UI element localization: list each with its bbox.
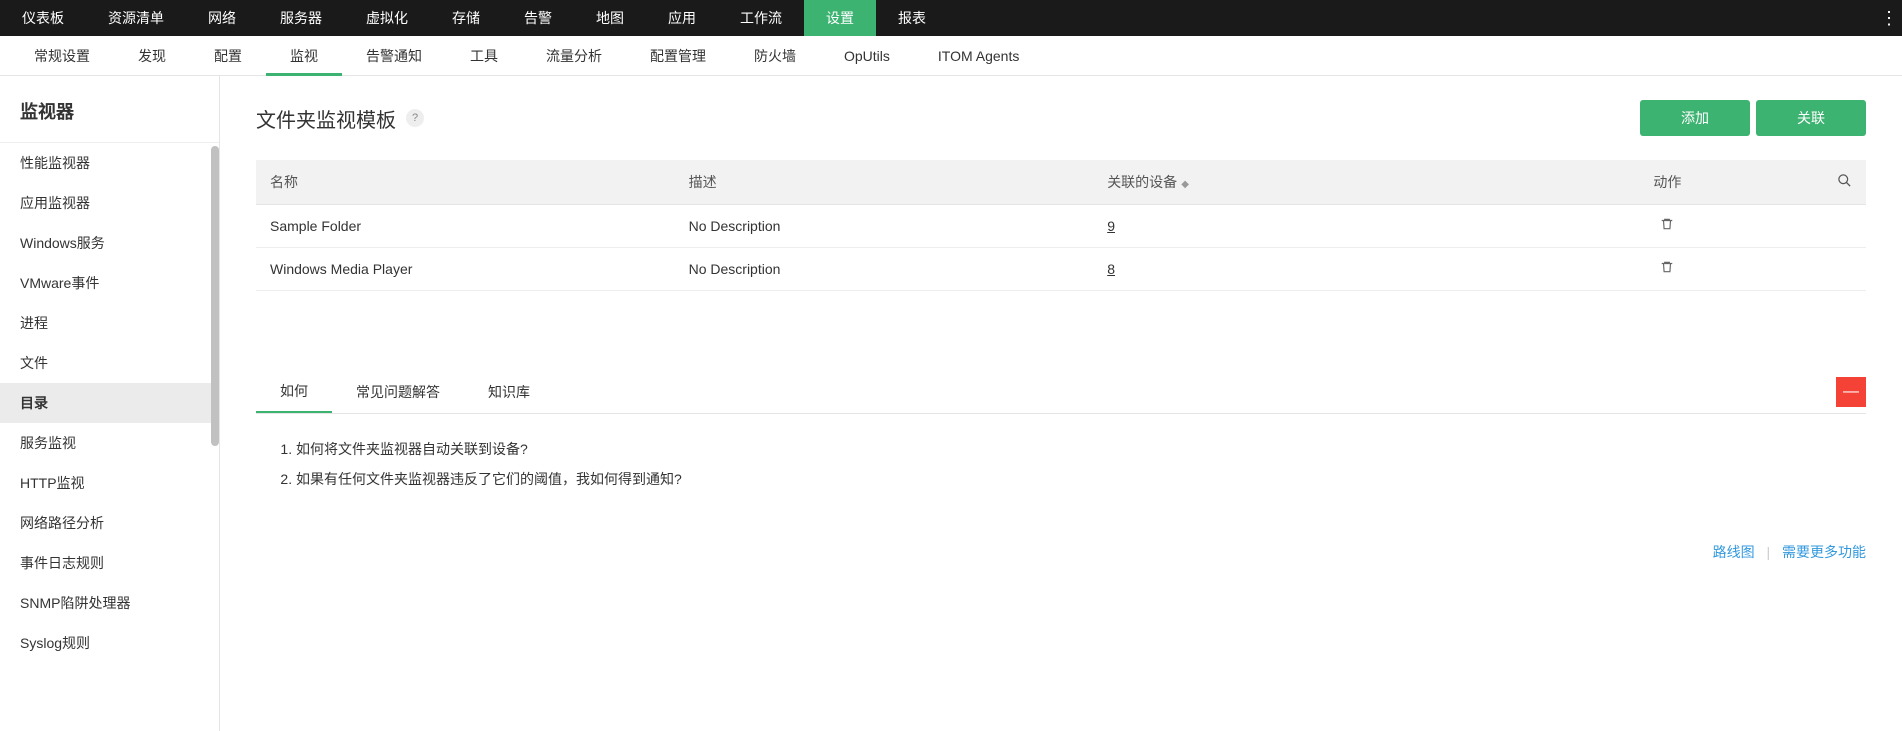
sidebar-item[interactable]: 应用监视器 [0,183,219,223]
sidebar-item[interactable]: SNMP陷阱处理器 [0,583,219,623]
help-tab-howto[interactable]: 如何 [256,371,332,413]
collapse-button[interactable]: — [1836,377,1866,407]
table-row[interactable]: Windows Media Player No Description 8 [256,248,1866,291]
separator: | [1766,544,1770,560]
top-nav-item[interactable]: 服务器 [258,0,344,36]
col-action: 动作 [1512,160,1823,205]
sidebar-item[interactable]: 进程 [0,303,219,343]
help-section: 如何 常见问题解答 知识库 — 如何将文件夹监视器自动关联到设备? 如果有任何文… [256,371,1866,562]
sub-nav-item-monitor[interactable]: 监视 [266,36,342,76]
top-nav-item[interactable]: 工作流 [718,0,804,36]
sub-nav-item[interactable]: 常规设置 [10,36,114,76]
cell-desc: No Description [675,248,1094,291]
sidebar-title: 监视器 [0,76,219,142]
associate-button[interactable]: 关联 [1756,100,1866,136]
sidebar-item[interactable]: Syslog规则 [0,623,219,663]
top-nav-item[interactable]: 告警 [502,0,574,36]
col-devices-label: 关联的设备 [1107,174,1177,190]
top-nav-item[interactable]: 虚拟化 [344,0,430,36]
sub-nav: 常规设置 发现 配置 监视 告警通知 工具 流量分析 配置管理 防火墙 OpUt… [0,36,1902,76]
table-row[interactable]: Sample Folder No Description 9 [256,205,1866,248]
top-nav-item[interactable]: 网络 [186,0,258,36]
top-nav-item-settings[interactable]: 设置 [804,0,876,36]
more-features-link[interactable]: 需要更多功能 [1782,544,1866,560]
search-icon[interactable] [1837,175,1852,191]
sidebar: 监视器 性能监视器 应用监视器 Windows服务 VMware事件 进程 文件… [0,76,220,731]
sidebar-item[interactable]: Windows服务 [0,223,219,263]
help-tab-faq[interactable]: 常见问题解答 [332,372,464,412]
help-tab-kb[interactable]: 知识库 [464,372,554,412]
device-count-link[interactable]: 8 [1107,261,1115,277]
delete-icon[interactable] [1660,218,1674,235]
col-desc[interactable]: 描述 [675,160,1094,205]
sub-nav-item[interactable]: 配置管理 [626,36,730,76]
add-button[interactable]: 添加 [1640,100,1750,136]
roadmap-link[interactable]: 路线图 [1713,544,1755,560]
footer-links: 路线图 | 需要更多功能 [256,542,1866,562]
sub-nav-item[interactable]: 告警通知 [342,36,446,76]
sub-nav-item[interactable]: 流量分析 [522,36,626,76]
sub-nav-item[interactable]: 发现 [114,36,190,76]
top-nav-item[interactable]: 资源清单 [86,0,186,36]
help-icon[interactable]: ? [406,109,424,127]
sub-nav-item[interactable]: OpUtils [820,36,914,76]
delete-icon[interactable] [1660,261,1674,278]
sidebar-item[interactable]: VMware事件 [0,263,219,303]
cell-desc: No Description [675,205,1094,248]
page-title-text: 文件夹监视模板 [256,104,396,133]
sidebar-item-directory[interactable]: 目录 [0,383,219,423]
sort-icon: ◆ [1181,179,1189,190]
sub-nav-item[interactable]: 防火墙 [730,36,820,76]
main-content: 文件夹监视模板 ? 添加 关联 名称 描述 关联的设备 ◆ 动作 [220,76,1902,731]
col-name[interactable]: 名称 [256,160,675,205]
sidebar-item[interactable]: HTTP监视 [0,463,219,503]
sub-nav-item[interactable]: ITOM Agents [914,36,1043,76]
sub-nav-item[interactable]: 配置 [190,36,266,76]
sidebar-item[interactable]: 网络路径分析 [0,503,219,543]
top-nav-item[interactable]: 应用 [646,0,718,36]
top-nav-item[interactable]: 地图 [574,0,646,36]
col-devices[interactable]: 关联的设备 ◆ [1093,160,1512,205]
top-nav-item[interactable]: 仪表板 [0,0,86,36]
sidebar-item[interactable]: 事件日志规则 [0,543,219,583]
top-nav-item[interactable]: 报表 [876,0,948,36]
scrollbar[interactable] [211,146,219,446]
cell-name: Windows Media Player [256,248,675,291]
sidebar-item[interactable]: 性能监视器 [0,143,219,183]
top-nav-item[interactable]: 存储 [430,0,502,36]
sidebar-item[interactable]: 文件 [0,343,219,383]
sidebar-item[interactable]: 服务监视 [0,423,219,463]
page-title: 文件夹监视模板 ? [256,104,424,133]
device-count-link[interactable]: 9 [1107,218,1115,234]
templates-table: 名称 描述 关联的设备 ◆ 动作 Sample Folder No Descrip… [256,160,1866,291]
top-nav: 仪表板 资源清单 网络 服务器 虚拟化 存储 告警 地图 应用 工作流 设置 报… [0,0,1902,36]
help-question[interactable]: 如何将文件夹监视器自动关联到设备? [296,434,1856,464]
sub-nav-item[interactable]: 工具 [446,36,522,76]
cell-name: Sample Folder [256,205,675,248]
help-question[interactable]: 如果有任何文件夹监视器违反了它们的阈值，我如何得到通知? [296,464,1856,494]
more-icon[interactable]: ⋮ [1880,8,1898,29]
